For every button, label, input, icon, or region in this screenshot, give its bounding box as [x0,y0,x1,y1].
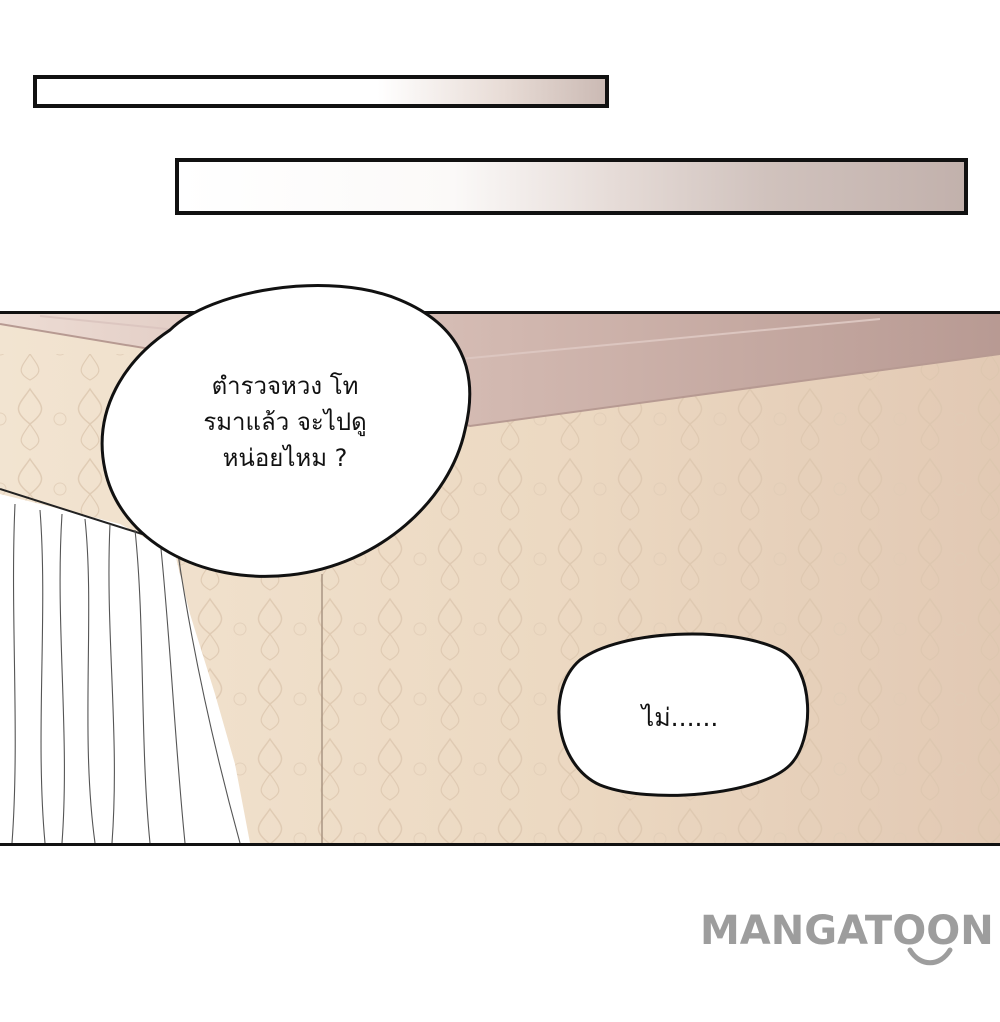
speech-line-1: ตำรวจหวง โท [211,372,359,400]
mangatoon-watermark: MANGATOON [700,905,1000,965]
second-narration-bar [175,158,968,215]
speech-bubble-2-text: ไม่...... [641,703,719,732]
top-narration-bar [33,75,609,108]
speech-line-3: หน่อยไหม ? [222,444,348,472]
speech-bubble-1-text: ตำรวจหวง โท รมาแล้ว จะไปดู หน่อยไหม ? [150,368,420,476]
speech-line-2: รมาแล้ว จะไปดู [203,408,367,436]
watermark-smile-icon [907,947,953,966]
watermark-text: MANGATOON [700,908,994,954]
